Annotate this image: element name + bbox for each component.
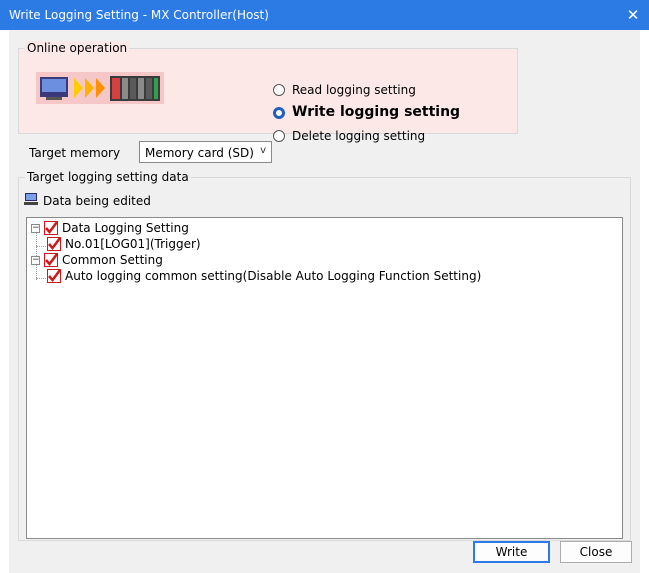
write-logging-label: Write logging setting (292, 104, 461, 120)
target-logging-data-legend: Target logging setting data (25, 170, 191, 184)
online-operation-legend: Online operation (25, 41, 130, 55)
close-icon[interactable]: ✕ (623, 5, 643, 25)
write-button[interactable]: Write (473, 541, 550, 563)
target-memory-select[interactable]: Memory card (SD) v (139, 141, 272, 163)
target-memory-label: Target memory (29, 146, 121, 160)
title-bar: Write Logging Setting - MX Controller(Ho… (0, 0, 649, 30)
target-memory-value: Memory card (SD) (145, 146, 254, 160)
write-radio-circle[interactable] (273, 107, 285, 119)
target-logging-data-group: Target logging setting data Data being e… (18, 170, 631, 541)
checkmark-icon[interactable] (44, 221, 58, 235)
chevron-down-icon[interactable]: v (260, 145, 266, 156)
read-radio-circle[interactable] (273, 84, 285, 96)
delete-logging-label: Delete logging setting (292, 129, 426, 143)
close-button[interactable]: Close (560, 541, 632, 563)
plc-write-diagram-icon (36, 72, 164, 104)
auto-logging-common-label: Auto logging common setting(Disable Auto… (65, 269, 482, 283)
log01-trigger-label: No.01[LOG01](Trigger) (65, 237, 201, 251)
common-setting-label: Common Setting (62, 253, 163, 267)
data-being-edited-label: Data being edited (43, 194, 151, 208)
delete-radio-circle[interactable] (273, 130, 285, 142)
read-logging-label: Read logging setting (292, 83, 416, 97)
window-title: Write Logging Setting - MX Controller(Ho… (9, 8, 269, 22)
computer-icon (24, 193, 38, 205)
checkmark-icon[interactable] (47, 269, 61, 283)
data-logging-setting-label: Data Logging Setting (62, 221, 189, 235)
checkmark-icon[interactable] (47, 237, 61, 251)
collapse-icon[interactable]: − (31, 224, 40, 233)
online-operation-group: Online operation Read logging setting Wr… (18, 41, 518, 143)
collapse-icon[interactable]: − (31, 256, 40, 265)
dialog-body: Online operation Read logging setting Wr… (9, 30, 640, 573)
checkmark-icon[interactable] (44, 253, 58, 267)
logging-setting-tree[interactable]: − Data Logging Setting No.01[LOG01](Trig… (26, 217, 623, 539)
